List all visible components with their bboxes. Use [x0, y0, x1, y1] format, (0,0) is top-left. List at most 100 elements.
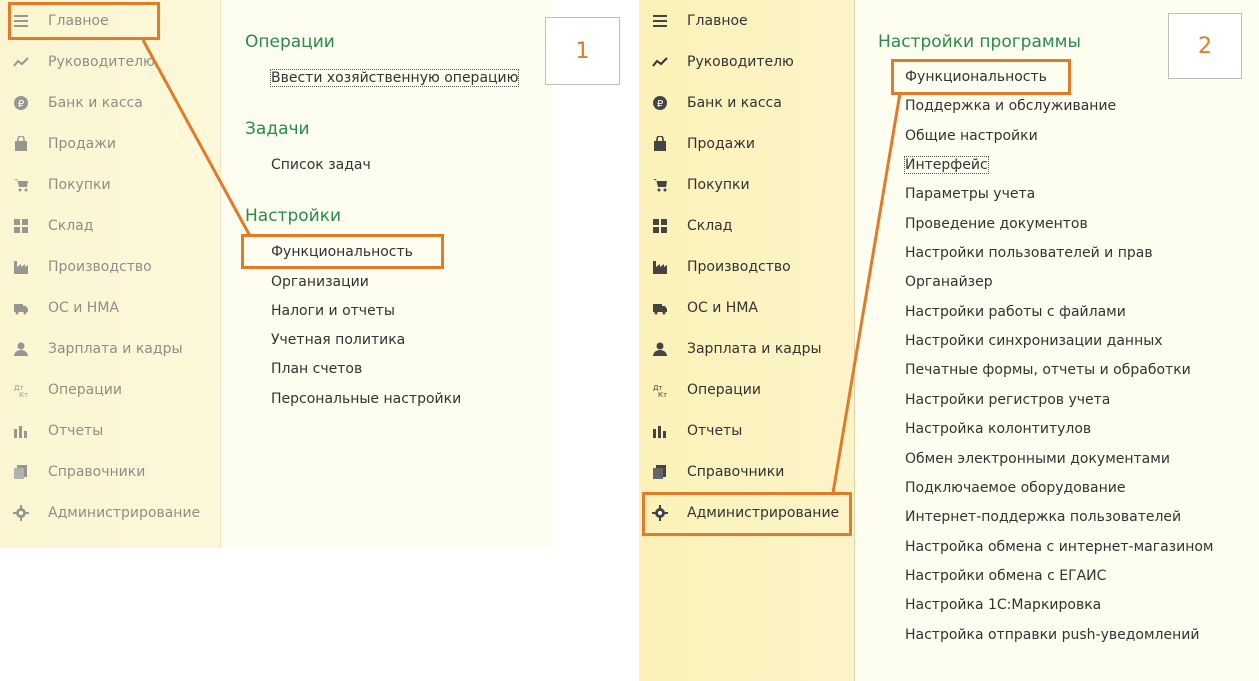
sidebar-item-label: ОС и НМА [687, 299, 758, 316]
highlight-functionality-1 [241, 234, 444, 269]
sidebar-item-operations[interactable]: Дт Кт Операции [0, 369, 122, 410]
sidebar-item-warehouse[interactable]: Склад [639, 205, 732, 246]
link-registers[interactable]: Настройки регистров учета [905, 392, 1110, 408]
sidebar-item-administration[interactable]: Администрирование [0, 492, 200, 533]
truck-icon [12, 299, 30, 317]
sidebar: Главное Руководителю ₽ Банк и касса Прода… [639, 0, 855, 681]
sidebar-item-label: Продажи [48, 135, 116, 152]
link-document-posting[interactable]: Проведение документов [905, 216, 1088, 232]
trend-icon [12, 53, 30, 71]
link-taxes-reports[interactable]: Налоги и отчеты [271, 303, 395, 319]
sidebar-item-assets[interactable]: ОС и НМА [639, 287, 758, 328]
screenshot-panel-2: Главное Руководителю ₽ Банк и касса Прода… [639, 0, 1259, 681]
section-title-settings: Настройки [245, 206, 342, 226]
link-file-settings[interactable]: Настройки работы с файлами [905, 304, 1126, 320]
sidebar-item-label: Справочники [687, 463, 785, 480]
highlight-main [8, 2, 160, 40]
person-icon [12, 340, 30, 358]
link-enter-operation[interactable]: Ввести хозяйственную операцию [269, 69, 520, 87]
link-support[interactable]: Поддержка и обслуживание [905, 98, 1116, 114]
trend-icon [651, 53, 669, 71]
sidebar-item-label: Главное [687, 12, 748, 29]
sidebar-item-label: Справочники [48, 463, 146, 480]
section-title-program-settings: Настройки программы [878, 32, 1081, 52]
factory-icon [12, 258, 30, 276]
sidebar-item-bank[interactable]: ₽ Банк и касса [0, 82, 143, 123]
screenshot-panel-1: Главное Руководителю ₽ Банк и касса Прода… [0, 0, 551, 548]
link-print-forms[interactable]: Печатные формы, отчеты и обработки [905, 362, 1191, 378]
sidebar-item-bank[interactable]: ₽ Банк и касса [639, 82, 782, 123]
sidebar-item-label: Отчеты [687, 422, 743, 439]
dt-kt-icon: Дт Кт [651, 381, 669, 399]
ruble-icon: ₽ [651, 94, 669, 112]
link-organizations[interactable]: Организации [271, 274, 369, 290]
sidebar-item-salary[interactable]: Зарплата и кадры [0, 328, 183, 369]
link-webshop-exchange[interactable]: Настройка обмена с интернет-магазином [905, 539, 1213, 555]
step-number-1: 1 [545, 17, 620, 85]
link-task-list[interactable]: Список задач [271, 157, 371, 173]
sidebar-item-label: Склад [687, 217, 733, 234]
link-internet-support[interactable]: Интернет-поддержка пользователей [905, 509, 1181, 525]
sidebar-item-label: Руководителю [687, 53, 794, 70]
sidebar-item-label: Зарплата и кадры [687, 340, 822, 357]
sidebar-item-label: Банк и касса [687, 94, 782, 111]
sidebar-item-sales[interactable]: Продажи [639, 123, 755, 164]
link-headers-footers[interactable]: Настройка колонтитулов [905, 421, 1091, 437]
sidebar-item-manager[interactable]: Руководителю [0, 41, 155, 82]
main-content: Настройки программы Функциональность Под… [855, 0, 1259, 681]
grid-icon [12, 217, 30, 235]
link-edi[interactable]: Обмен электронными документами [905, 451, 1170, 467]
sidebar-item-operations[interactable]: Дт Кт Операции [639, 369, 761, 410]
bar-chart-icon [12, 422, 30, 440]
link-egais[interactable]: Настройки обмена с ЕГАИС [905, 568, 1106, 584]
sidebar-item-salary[interactable]: Зарплата и кадры [639, 328, 822, 369]
person-icon [651, 340, 669, 358]
svg-text:₽: ₽ [18, 99, 25, 110]
ruble-icon: ₽ [12, 94, 30, 112]
link-accounting-params[interactable]: Параметры учета [905, 186, 1035, 202]
sidebar-item-main[interactable]: Главное [639, 0, 748, 41]
svg-text:Кт: Кт [658, 391, 667, 398]
sidebar-item-label: Покупки [48, 176, 111, 193]
sidebar-item-label: Операции [48, 381, 122, 398]
link-accounting-policy[interactable]: Учетная политика [271, 332, 405, 348]
link-marking[interactable]: Настройка 1С:Маркировка [905, 597, 1101, 613]
link-personal-settings[interactable]: Персональные настройки [271, 391, 461, 407]
dt-kt-icon: Дт Кт [12, 381, 30, 399]
link-push[interactable]: Настройка отправки push-уведомлений [905, 627, 1199, 643]
sidebar-item-purchases[interactable]: Покупки [639, 164, 750, 205]
link-equipment[interactable]: Подключаемое оборудование [905, 480, 1126, 496]
link-user-rights[interactable]: Настройки пользователей и прав [905, 245, 1153, 261]
sidebar-item-purchases[interactable]: Покупки [0, 164, 111, 205]
sidebar-item-reports[interactable]: Отчеты [0, 410, 103, 451]
link-general-settings[interactable]: Общие настройки [905, 128, 1038, 144]
link-chart-of-accounts[interactable]: План счетов [271, 361, 362, 377]
sidebar-item-warehouse[interactable]: Склад [0, 205, 93, 246]
link-data-sync[interactable]: Настройки синхронизации данных [905, 333, 1163, 349]
books-icon [12, 463, 30, 481]
sidebar-item-manager[interactable]: Руководителю [639, 41, 794, 82]
sidebar-item-label: Производство [687, 258, 791, 275]
sidebar-item-label: ОС и НМА [48, 299, 119, 316]
sidebar-item-assets[interactable]: ОС и НМА [0, 287, 119, 328]
sidebar-item-reports[interactable]: Отчеты [639, 410, 742, 451]
highlight-administration [642, 492, 852, 536]
books-icon [651, 463, 669, 481]
sidebar-item-label: Зарплата и кадры [48, 340, 183, 357]
section-title-operations: Операции [245, 32, 335, 52]
sidebar-item-label: Банк и касса [48, 94, 143, 111]
sidebar-item-references[interactable]: Справочники [0, 451, 145, 492]
menu-icon [651, 12, 669, 30]
bag-icon [12, 135, 30, 153]
section-title-tasks: Задачи [245, 119, 310, 139]
sidebar-item-references[interactable]: Справочники [639, 451, 784, 492]
main-content: Операции Ввести хозяйственную операцию З… [221, 0, 551, 548]
svg-text:Кт: Кт [19, 391, 28, 398]
link-organizer[interactable]: Органайзер [905, 274, 993, 290]
sidebar-item-sales[interactable]: Продажи [0, 123, 116, 164]
svg-text:₽: ₽ [657, 99, 664, 110]
sidebar-item-label: Руководителю [48, 53, 155, 70]
sidebar-item-production[interactable]: Производство [0, 246, 152, 287]
link-interface[interactable]: Интерфейс [904, 156, 989, 174]
sidebar-item-production[interactable]: Производство [639, 246, 791, 287]
